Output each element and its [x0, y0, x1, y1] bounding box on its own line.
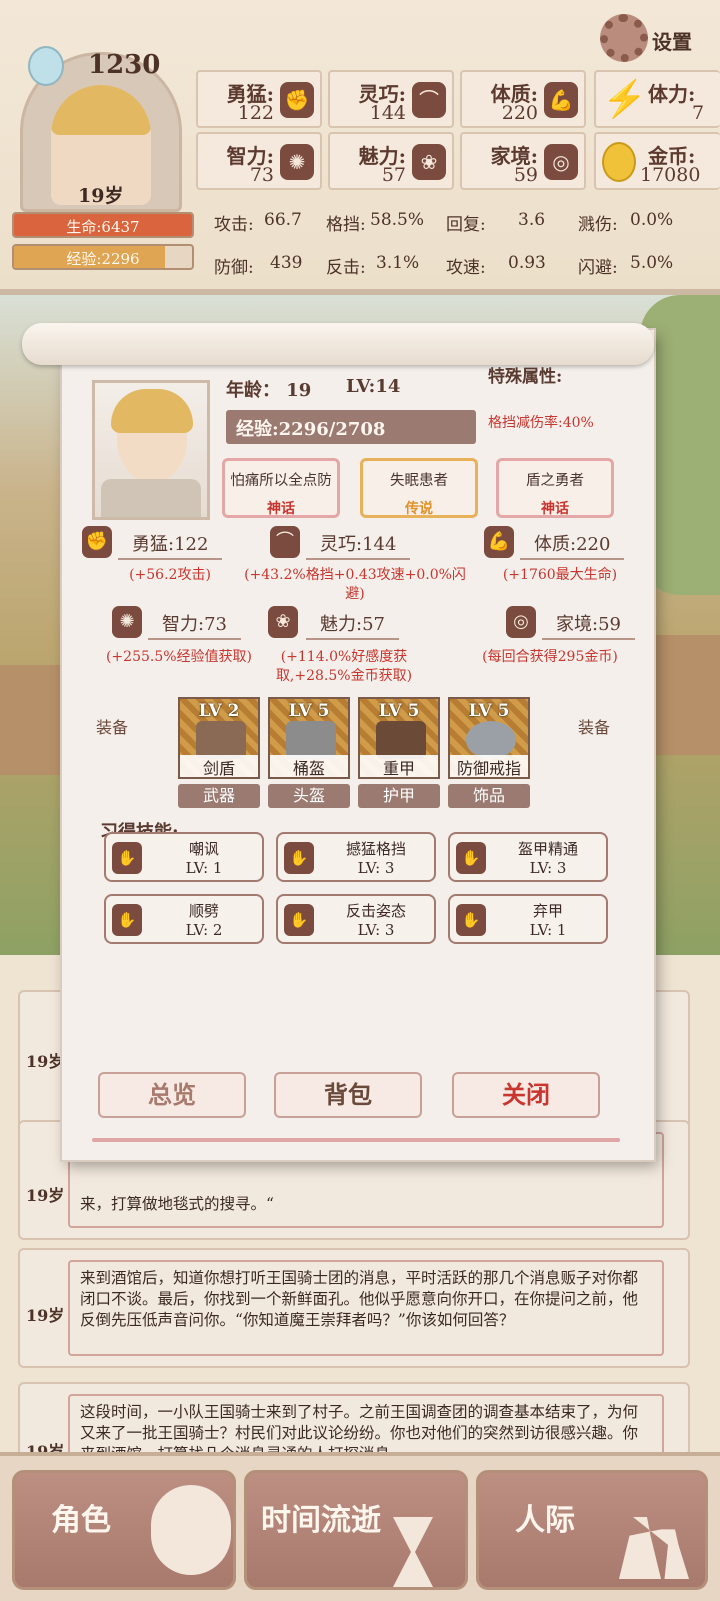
equip-weapon[interactable]: LV 2 剑盾	[178, 697, 260, 779]
slot-accessory: 饰品	[448, 784, 530, 808]
skill-card[interactable]: ✋ 弃甲 LV: 1	[448, 894, 608, 944]
stat-agility[interactable]: 灵巧: 144 ⌒	[328, 70, 454, 128]
status-header: 19岁 1230 生命:6437 经验:2296 勇猛: 122 ✊ 灵巧: 1…	[0, 0, 720, 295]
attr-family: 家境:59	[542, 610, 635, 640]
character-icon	[151, 1485, 231, 1575]
gear-icon	[600, 14, 648, 62]
attr-family-bonus: (每回合获得295金币)	[482, 649, 618, 665]
attr-intellect: 智力:73	[148, 610, 241, 640]
lightning-icon: ⚡	[602, 79, 647, 120]
cloak-icon: ⌒	[412, 82, 446, 118]
skill-hand-icon: ✋	[456, 904, 486, 936]
equip-label-right: 装备	[578, 718, 611, 737]
nav-social[interactable]: 人际	[476, 1470, 708, 1590]
nav-time[interactable]: 时间流逝	[244, 1470, 468, 1590]
scroll-top	[22, 323, 654, 365]
age-text: 年龄： 19	[226, 380, 312, 401]
log-text: 来到酒馆后，知道你想打听王国骑士团的消息，平时活跃的那几个消息贩子对你都闭口不谈…	[68, 1260, 664, 1356]
stat-intellect[interactable]: 智力: 73 ✺	[196, 132, 322, 190]
equip-armor[interactable]: LV 5 重甲	[358, 697, 440, 779]
nav-role[interactable]: 角色	[12, 1470, 236, 1590]
attr-intellect-bonus: (+255.5%经验值获取)	[105, 649, 253, 665]
exp-text: 经验:2296	[66, 250, 140, 268]
attr-charm: 魅力:57	[306, 610, 399, 640]
skill-hand-icon: ✋	[456, 842, 486, 874]
attr-charm-bonus: (+114.0%好感度获取,+28.5%金币获取)	[275, 649, 413, 684]
fist-icon: ✊	[280, 82, 314, 118]
skill-card[interactable]: ✋ 反击姿态 LV: 3	[276, 894, 436, 944]
sword-shield-icon	[196, 721, 246, 759]
flower-icon: ❀	[412, 144, 446, 180]
decorative-divider	[92, 1138, 620, 1142]
log-text: 这段时间，一小队王国骑士来到了村子。之前王国调查团的调查基本结束了，为何又来了一…	[68, 1394, 664, 1454]
stat-constitution[interactable]: 体质: 220 💪	[460, 70, 586, 128]
slot-armor: 护甲	[358, 784, 440, 808]
age-badge: 19岁	[78, 185, 124, 207]
bottom-nav: 角色 时间流逝 人际	[0, 1452, 720, 1601]
trait-tag[interactable]: 怕痛所以全点防 神话	[222, 458, 340, 518]
helmet-icon	[286, 721, 336, 759]
trait-tag[interactable]: 盾之勇者 神话	[496, 458, 614, 518]
coin-hand-icon: ◎	[544, 144, 578, 180]
attr-constitution-bonus: (+1760最大生命)	[502, 567, 618, 583]
special-value: 格挡减伤率:40%	[488, 415, 594, 431]
brain-icon: ✺	[280, 144, 314, 180]
spirit-icon	[28, 46, 64, 86]
log-card[interactable]: 19岁 这段时间，一小队王国骑士来到了村子。之前王国调查团的调查基本结束了，为何…	[18, 1382, 690, 1456]
stat-stamina[interactable]: ⚡ 体力: 7	[594, 70, 720, 128]
fist-icon: ✊	[82, 526, 112, 558]
cloak-icon: ⌒	[270, 526, 300, 558]
skill-hand-icon: ✋	[112, 842, 142, 874]
slot-weapon: 武器	[178, 784, 260, 808]
skill-hand-icon: ✋	[112, 904, 142, 936]
slot-helmet: 头盔	[268, 784, 350, 808]
stat-bravery[interactable]: 勇猛: 122 ✊	[196, 70, 322, 128]
attr-bravery: 勇猛:122	[118, 530, 223, 560]
level-text: LV:14	[346, 376, 401, 397]
armor-icon	[376, 721, 426, 759]
character-portrait	[92, 380, 210, 520]
gold-coin-icon	[602, 142, 636, 182]
flower-icon: ❀	[268, 606, 298, 638]
skill-card[interactable]: ✋ 嘲讽 LV: 1	[104, 832, 264, 882]
equip-accessory[interactable]: LV 5 防御戒指	[448, 697, 530, 779]
hp-bar: 生命:6437	[12, 212, 194, 238]
stat-family[interactable]: 家境: 59 ◎	[460, 132, 586, 190]
attr-bravery-bonus: (+56.2攻击)	[129, 567, 211, 583]
skill-card[interactable]: ✋ 撼猛格挡 LV: 3	[276, 832, 436, 882]
attr-agility-bonus: (+43.2%格挡+0.43攻速+0.0%闪避)	[244, 567, 466, 602]
ring-icon	[466, 721, 516, 759]
people-icon	[619, 1517, 689, 1579]
exp-bar: 经验:2296	[12, 244, 194, 270]
equip-label-left: 装备	[96, 718, 129, 737]
coin-hand-icon: ◎	[506, 606, 536, 638]
special-title: 特殊属性:	[488, 367, 563, 387]
arm-icon: 💪	[484, 526, 514, 558]
exp-banner: 经验:2296/2708	[226, 410, 476, 444]
skill-hand-icon: ✋	[284, 904, 314, 936]
attr-constitution: 体质:220	[520, 530, 625, 560]
settings-button[interactable]: 设置	[600, 14, 720, 64]
arm-icon: 💪	[544, 82, 578, 118]
stat-gold[interactable]: 金币: 17080	[594, 132, 720, 190]
overview-button[interactable]: 总览	[98, 1072, 246, 1118]
brain-icon: ✺	[112, 606, 142, 638]
bag-button[interactable]: 背包	[274, 1072, 422, 1118]
skill-card[interactable]: ✋ 顺劈 LV: 2	[104, 894, 264, 944]
skill-card[interactable]: ✋ 盔甲精通 LV: 3	[448, 832, 608, 882]
score-value: 1230	[88, 50, 161, 80]
trait-tag[interactable]: 失眠患者 传说	[360, 458, 478, 518]
hourglass-icon	[393, 1517, 433, 1587]
equip-helmet[interactable]: LV 5 桶盔	[268, 697, 350, 779]
stat-charm[interactable]: 魅力: 57 ❀	[328, 132, 454, 190]
hp-text: 生命:6437	[66, 218, 140, 236]
attr-agility: 灵巧:144	[306, 530, 411, 560]
close-button[interactable]: 关闭	[452, 1072, 600, 1118]
log-card[interactable]: 19岁 来到酒馆后，知道你想打听王国骑士团的消息，平时活跃的那几个消息贩子对你都…	[18, 1248, 690, 1368]
skill-hand-icon: ✋	[284, 842, 314, 874]
